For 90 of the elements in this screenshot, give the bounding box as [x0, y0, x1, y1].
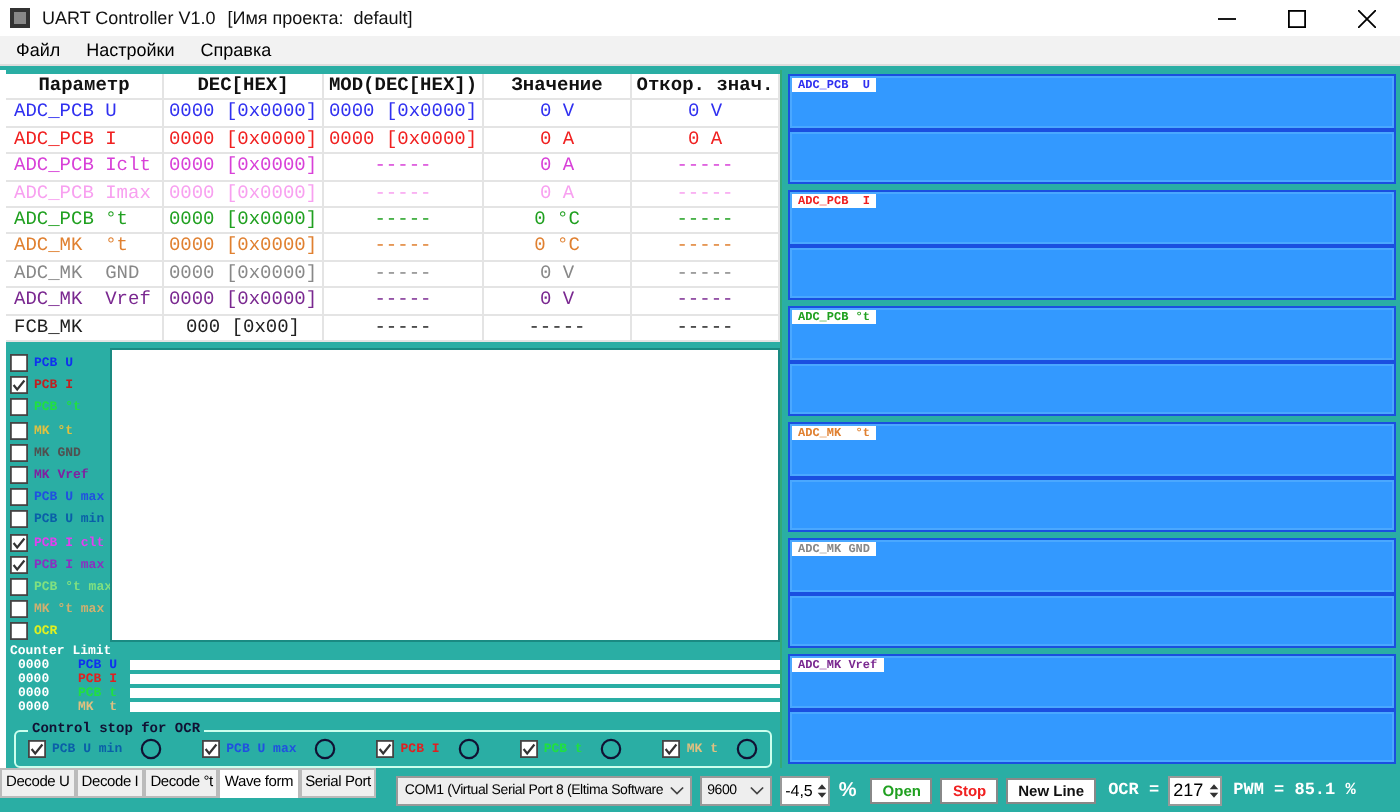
table-cell: 0 °C [484, 207, 632, 233]
indicator-icon [140, 738, 163, 761]
checkbox[interactable] [10, 398, 28, 417]
table-cell: ----- [632, 207, 780, 233]
table-cell: 0000 [0x0000] [164, 234, 324, 260]
menu-item[interactable]: Справка [200, 40, 272, 60]
close-icon[interactable] [1358, 9, 1376, 27]
ocr-label: OCR = [1108, 780, 1160, 800]
table-cell: ADC_MK GND [6, 261, 164, 287]
table-cell: ----- [324, 261, 484, 287]
checkbox[interactable] [10, 488, 28, 507]
table-cell: 0000 [0x0000] [164, 288, 324, 314]
maximize-icon[interactable] [1288, 9, 1306, 27]
table-cell: ----- [632, 261, 780, 287]
checkbox[interactable] [10, 622, 28, 641]
spin-arrows-icon [1207, 779, 1220, 801]
unit-label: % [838, 779, 857, 801]
checkbox[interactable] [10, 421, 28, 440]
table-cell: ----- [632, 288, 780, 314]
menu-item[interactable]: Настройки [86, 40, 175, 60]
caret-icon [669, 785, 684, 795]
window-title: UART Controller V1.0 [42, 8, 216, 28]
table-cell: ----- [484, 315, 632, 340]
table-cell: ADC_PCB Imax [6, 181, 164, 206]
checkbox[interactable] [519, 740, 538, 759]
table-cell: ----- [324, 288, 484, 314]
checkbox[interactable] [28, 740, 46, 759]
column-header: Параметр [6, 74, 164, 99]
indicator-icon [735, 738, 758, 761]
table-cell: 0000 [0x0000] [164, 127, 324, 153]
pwm-readout: PWM = 85.1 % [1233, 780, 1356, 800]
table-cell: FCB_MK [6, 315, 164, 340]
indicator-icon [457, 738, 480, 761]
checkbox[interactable] [202, 740, 221, 759]
checkbox[interactable] [10, 533, 28, 551]
project-name: [Имя проекта: default] [227, 8, 413, 28]
table-cell: 000 [0x00] [164, 315, 324, 340]
checkbox[interactable] [10, 354, 28, 372]
table-cell: 0 A [484, 127, 632, 153]
checkbox[interactable] [662, 740, 681, 759]
table-cell: 0000 [0x0000] [164, 100, 324, 126]
table-cell: ADC_MK Vref [6, 288, 164, 314]
table-cell: 0000 [0x0000] [164, 207, 324, 233]
column-header: MOD(DEC[HEX]) [324, 74, 484, 99]
checkbox[interactable] [376, 740, 395, 759]
table-cell: ----- [324, 315, 484, 340]
ocr-spinbox[interactable]: 217 [1167, 775, 1222, 805]
checkbox[interactable] [10, 376, 28, 395]
column-header: DEC[HEX] [164, 74, 324, 99]
table-cell: ADC_PCB Iclt [6, 154, 164, 180]
table-cell: ADC_PCB I [6, 127, 164, 153]
offset-spinbox[interactable]: -4,5 [779, 775, 831, 805]
table-cell: 0 °C [484, 234, 632, 260]
table-cell: 0000 [0x0000] [164, 181, 324, 206]
table-cell: 0 V [632, 100, 780, 126]
app-icon [10, 8, 30, 28]
table-cell: 0 V [484, 261, 632, 287]
checkbox[interactable] [10, 600, 28, 619]
menu-item[interactable]: Файл [16, 40, 61, 60]
table-cell: ----- [632, 234, 780, 260]
caret-icon [749, 785, 764, 795]
table-cell: ----- [632, 181, 780, 206]
table-cell: 0 A [484, 181, 632, 206]
checkbox[interactable] [10, 465, 28, 484]
table-cell: 0 A [484, 154, 632, 180]
table-cell: ADC_PCB U [6, 100, 164, 126]
table-cell: 0000 [0x0000] [324, 127, 484, 153]
spin-arrows-icon [816, 779, 829, 801]
column-header: Значение [484, 74, 632, 99]
table-cell: 0 V [484, 100, 632, 126]
indicator-icon [600, 738, 623, 761]
table-cell: 0 V [484, 288, 632, 314]
table-cell: ----- [324, 234, 484, 260]
table-cell: ----- [632, 315, 780, 340]
table-cell: 0000 [0x0000] [324, 100, 484, 126]
table-cell: ----- [324, 181, 484, 206]
checkbox[interactable] [10, 577, 28, 596]
column-header: Откор. знач. [632, 74, 780, 99]
table-cell: ----- [324, 207, 484, 233]
table-cell: ADC_PCB °t [6, 207, 164, 233]
checkbox[interactable] [10, 510, 28, 529]
checkbox[interactable] [10, 555, 28, 574]
checkbox[interactable] [10, 443, 28, 462]
table-cell: 0000 [0x0000] [164, 261, 324, 287]
table-cell: 0000 [0x0000] [164, 154, 324, 180]
table-cell: ADC_MK °t [6, 234, 164, 260]
table-cell: ----- [324, 154, 484, 180]
table-cell: ----- [632, 154, 780, 180]
table-cell: 0 A [632, 127, 780, 153]
indicator-icon [314, 738, 337, 761]
